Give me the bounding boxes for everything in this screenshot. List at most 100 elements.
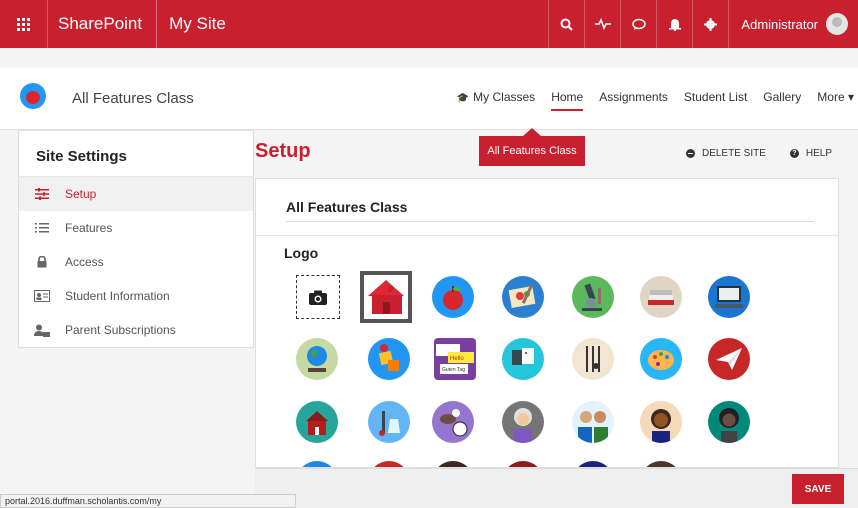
- chat-button[interactable]: [620, 0, 656, 48]
- globe-icon: [307, 346, 327, 372]
- palette-icon: [648, 350, 674, 370]
- speech-text-guten-tag: Guten Tag: [442, 367, 465, 373]
- my-site-link[interactable]: My Site: [157, 14, 238, 34]
- nav-student-list[interactable]: Student List: [684, 90, 747, 104]
- sliders-icon: [19, 188, 65, 200]
- setup-card: All Features Class Logo Hello Guten Tag: [255, 178, 839, 468]
- settings-item-label: Setup: [65, 187, 97, 201]
- logo-option-sports-balls[interactable]: [432, 401, 474, 443]
- settings-item-label: Access: [65, 255, 104, 269]
- logo-label: Logo: [284, 245, 319, 261]
- logo-option-music-notes[interactable]: [572, 338, 614, 380]
- lab-equipment-icon: [379, 411, 400, 436]
- girl-avatar-icon: [719, 408, 739, 443]
- app-launcher-button[interactable]: [0, 0, 48, 48]
- logo-option-partial[interactable]: [296, 461, 338, 467]
- brand-link[interactable]: SharePoint: [48, 0, 158, 48]
- paper-plane-icon: [716, 348, 742, 370]
- settings-item-label: Student Information: [65, 289, 170, 303]
- nav-gallery[interactable]: Gallery: [763, 90, 801, 104]
- nav-assignments[interactable]: Assignments: [599, 90, 668, 104]
- user-name: Administrator: [741, 16, 818, 32]
- painting-icon: [508, 284, 536, 308]
- logo-option-microscope[interactable]: [572, 276, 614, 318]
- chat-icon: [632, 18, 646, 30]
- logo-option-partial[interactable]: [368, 461, 410, 467]
- site-logo-apple-icon[interactable]: [20, 83, 46, 109]
- logo-option-globe[interactable]: [296, 338, 338, 380]
- calculator-icon: [512, 348, 534, 365]
- logo-option-schoolhouse[interactable]: [360, 271, 412, 323]
- search-button[interactable]: [548, 0, 584, 48]
- page-title: Setup: [255, 140, 311, 162]
- avatar: [826, 13, 848, 35]
- logo-option-partial[interactable]: [640, 461, 682, 467]
- suite-bar: SharePoint My Site Administrator: [0, 0, 858, 48]
- nav-more[interactable]: More ▾: [817, 90, 854, 104]
- logo-option-apple[interactable]: [432, 276, 474, 318]
- action-bar: [255, 468, 858, 508]
- class-dropdown-item[interactable]: All Features Class: [479, 128, 585, 166]
- question-circle-icon: ?: [789, 149, 799, 158]
- users-icon: [19, 324, 65, 337]
- gear-icon: [704, 17, 718, 31]
- logo-option-grandma-avatar[interactable]: [502, 401, 544, 443]
- logo-option-computer[interactable]: [708, 276, 750, 318]
- search-icon: [560, 18, 574, 31]
- logo-option-partial[interactable]: [502, 461, 544, 467]
- help-label: HELP: [805, 148, 832, 159]
- top-navigation: 🎓 My Classes Home Assignments Student Lis…: [441, 90, 854, 111]
- logo-option-school-building[interactable]: [296, 401, 338, 443]
- logo-option-partial[interactable]: [432, 461, 474, 467]
- list-icon: [19, 222, 65, 234]
- computer-icon: [715, 286, 743, 308]
- logo-option-partial[interactable]: [572, 461, 614, 467]
- logo-option-books[interactable]: [640, 276, 682, 318]
- nav-my-classes[interactable]: 🎓 My Classes: [457, 90, 535, 104]
- status-url: portal.2016.duffman.scholantis.com/my: [0, 494, 296, 508]
- logo-option-woman-avatar[interactable]: [640, 401, 682, 443]
- logo-option-abc-blocks[interactable]: [368, 338, 410, 380]
- save-button[interactable]: SAVE: [792, 474, 844, 504]
- delete-site-button[interactable]: DELETE SITE: [685, 148, 766, 159]
- notifications-button[interactable]: [656, 0, 692, 48]
- camera-icon: [309, 290, 327, 305]
- activity-button[interactable]: [584, 0, 620, 48]
- apple-icon: [443, 286, 463, 310]
- microscope-icon: [582, 283, 602, 311]
- site-title[interactable]: All Features Class: [72, 90, 194, 107]
- logo-option-girl-avatar[interactable]: [708, 401, 750, 443]
- logo-option-lab-equipment[interactable]: [368, 401, 410, 443]
- logo-option-family-avatar[interactable]: [572, 401, 614, 443]
- logo-option-calculator[interactable]: [502, 338, 544, 380]
- class-name-field[interactable]: All Features Class: [286, 199, 407, 215]
- nav-home[interactable]: Home: [551, 90, 584, 111]
- settings-item-parent-subscriptions[interactable]: Parent Subscriptions: [19, 313, 253, 347]
- sports-balls-icon: [440, 409, 468, 437]
- user-menu[interactable]: Administrator: [728, 0, 858, 48]
- settings-item-features[interactable]: Features: [19, 211, 253, 245]
- waffle-icon: [17, 17, 30, 31]
- schoolhouse-icon: [368, 280, 404, 314]
- upload-logo-button[interactable]: [296, 275, 340, 319]
- settings-item-setup[interactable]: Setup: [19, 177, 253, 211]
- speech-text-hello: Hello: [450, 356, 464, 362]
- settings-button[interactable]: [692, 0, 728, 48]
- settings-item-student-information[interactable]: Student Information: [19, 279, 253, 313]
- graduation-cap-icon: 🎓: [456, 93, 470, 104]
- minus-circle-icon: [685, 149, 695, 158]
- family-avatar-icon: [578, 411, 608, 443]
- settings-item-access[interactable]: Access: [19, 245, 253, 279]
- activity-icon: [594, 18, 611, 30]
- delete-site-label: DELETE SITE: [701, 148, 766, 159]
- books-icon: [648, 290, 674, 305]
- site-settings-panel: Site Settings Setup Features Access Stud…: [18, 130, 254, 348]
- lock-icon: [19, 256, 65, 268]
- logo-option-painting[interactable]: [502, 276, 544, 318]
- help-button[interactable]: ? HELP: [789, 148, 832, 159]
- school-building-icon: [306, 411, 328, 435]
- logo-option-speech-bubbles[interactable]: Hello Guten Tag: [434, 338, 476, 380]
- logo-option-paper-plane[interactable]: [708, 338, 750, 380]
- logo-option-palette[interactable]: [640, 338, 682, 380]
- site-header: All Features Class 🎓 My Classes Home Assi…: [0, 68, 858, 130]
